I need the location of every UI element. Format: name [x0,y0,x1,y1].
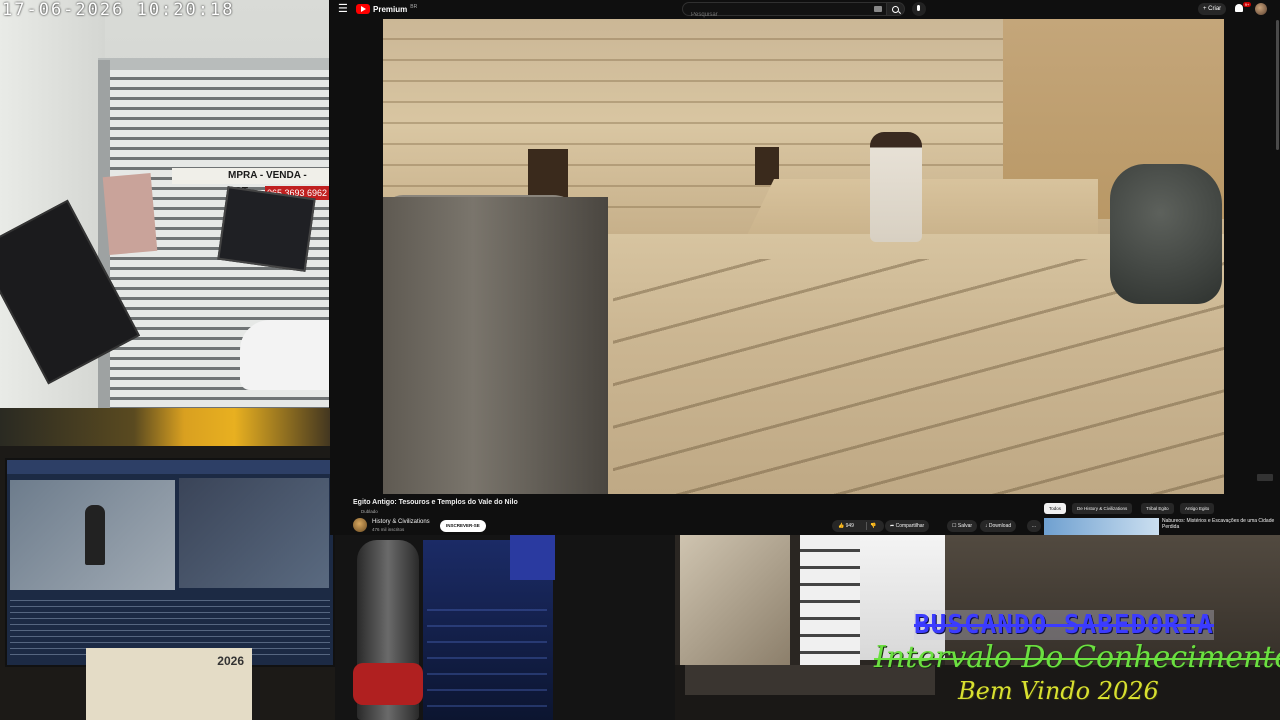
channel-subscriber-count: 476 mil inscritos [372,527,405,532]
chip-antigo-egito[interactable]: Antigo Egito [1180,503,1215,514]
laptop-screen [5,458,335,667]
recommended-video-title[interactable]: Nabureos: Mistérios e Escavações de uma … [1162,518,1277,530]
youtube-logo-text: Premium [373,4,408,14]
quality-badge [1257,474,1273,481]
panel-reflections [427,595,547,715]
keyboard-icon[interactable] [874,6,882,12]
voice-search-icon[interactable] [912,2,926,16]
graffiti-wall [680,535,790,665]
page-scrollbar[interactable] [1275,0,1280,535]
bottle-cap [353,663,423,705]
create-button[interactable]: + Criar [1198,3,1227,15]
share-button[interactable]: ➦ Compartilhar [885,520,930,532]
video-player[interactable] [383,19,1224,494]
left-camera-feed: MPRA - VENDA - LOT 065 3693 6962 [0,0,329,410]
screen-figure [85,505,105,565]
hanging-laptop-small [217,186,316,272]
share-icon: ➦ [890,523,895,529]
save-icon: ☐ [952,523,957,529]
share-label: Compartilhar [895,523,925,529]
video-dub-label: Dublado [361,509,378,514]
youtube-top-bar: ☰ Premium BR + Criar 9+ [330,0,1280,21]
download-button[interactable]: ↓ Download [980,520,1017,532]
notifications-bell-icon[interactable] [1235,4,1243,12]
recommended-video-thumbnail[interactable] [1044,518,1159,535]
hanging-card [102,173,158,255]
like-divider [866,522,867,530]
chip-from-channel[interactable]: De History & Civilizations [1072,503,1133,514]
desk-camera-feed [335,535,675,720]
search-button[interactable] [887,2,905,16]
browser-bar [7,460,333,474]
scrollbar-thumb[interactable] [1276,20,1279,150]
subscribe-button[interactable]: INSCREVER-SE [440,520,486,532]
like-button[interactable]: 👍 949 [838,520,854,532]
video-title: Egito Antigo: Tesouros e Templos do Vale… [353,499,518,506]
download-label: Download [988,523,1012,529]
youtube-logo-region: BR [410,3,418,10]
granite-pillar [383,197,608,494]
download-icon: ↓ [985,523,988,529]
parked-car [240,320,329,390]
search-box[interactable] [682,2,887,21]
seated-person [870,132,922,242]
overlay-welcome: Bem Vindo 2026 [958,677,1159,705]
small-screen [510,535,555,580]
hamburger-menu-icon[interactable]: ☰ [338,3,348,15]
camera-timestamp: 17-06-2026 10:20:18 [2,0,235,20]
screen-video-left [10,480,175,590]
youtube-play-icon [356,4,370,14]
notification-count-badge: 9+ [1243,2,1251,7]
sticker-strip [0,408,335,446]
like-count: 949 [845,523,854,529]
window-grid [800,535,860,665]
overlay-title: BUSCANDO SABEDORIA [914,610,1214,640]
search-icon [892,6,899,13]
granite-block [1110,164,1222,304]
youtube-logo[interactable]: Premium BR [356,4,417,14]
like-dislike-pill: 👍 949 👎 [832,520,884,532]
channel-avatar[interactable] [353,518,367,532]
youtube-window: ☰ Premium BR + Criar 9+ Egito Antigo: Te [330,0,1280,535]
overlay-subtitle: Intervalo Do Conhecimento [874,640,1280,675]
more-actions-button[interactable]: ... [1027,520,1041,532]
save-label: Salvar [957,523,973,529]
save-button[interactable]: ☐ Salvar [947,520,978,532]
chip-all[interactable]: Todos [1044,503,1067,514]
channel-name[interactable]: History & Civilizations [372,519,430,525]
calendar-year: 2026 [217,654,244,668]
overlay-subtitle-strike [874,658,1280,661]
dislike-button[interactable]: 👎 [870,520,876,532]
screen-video-right [179,478,329,588]
monitor-camera-feed: 2026 [0,408,335,720]
real-estate-sign: MPRA - VENDA - LOT [172,168,329,197]
chip-tribal-egito[interactable]: Tribal Egito [1141,503,1174,514]
account-avatar[interactable] [1255,3,1267,15]
overlay-title-strike [914,624,1214,628]
screen-text [10,595,330,655]
desk-calendar: 2026 [86,648,252,720]
